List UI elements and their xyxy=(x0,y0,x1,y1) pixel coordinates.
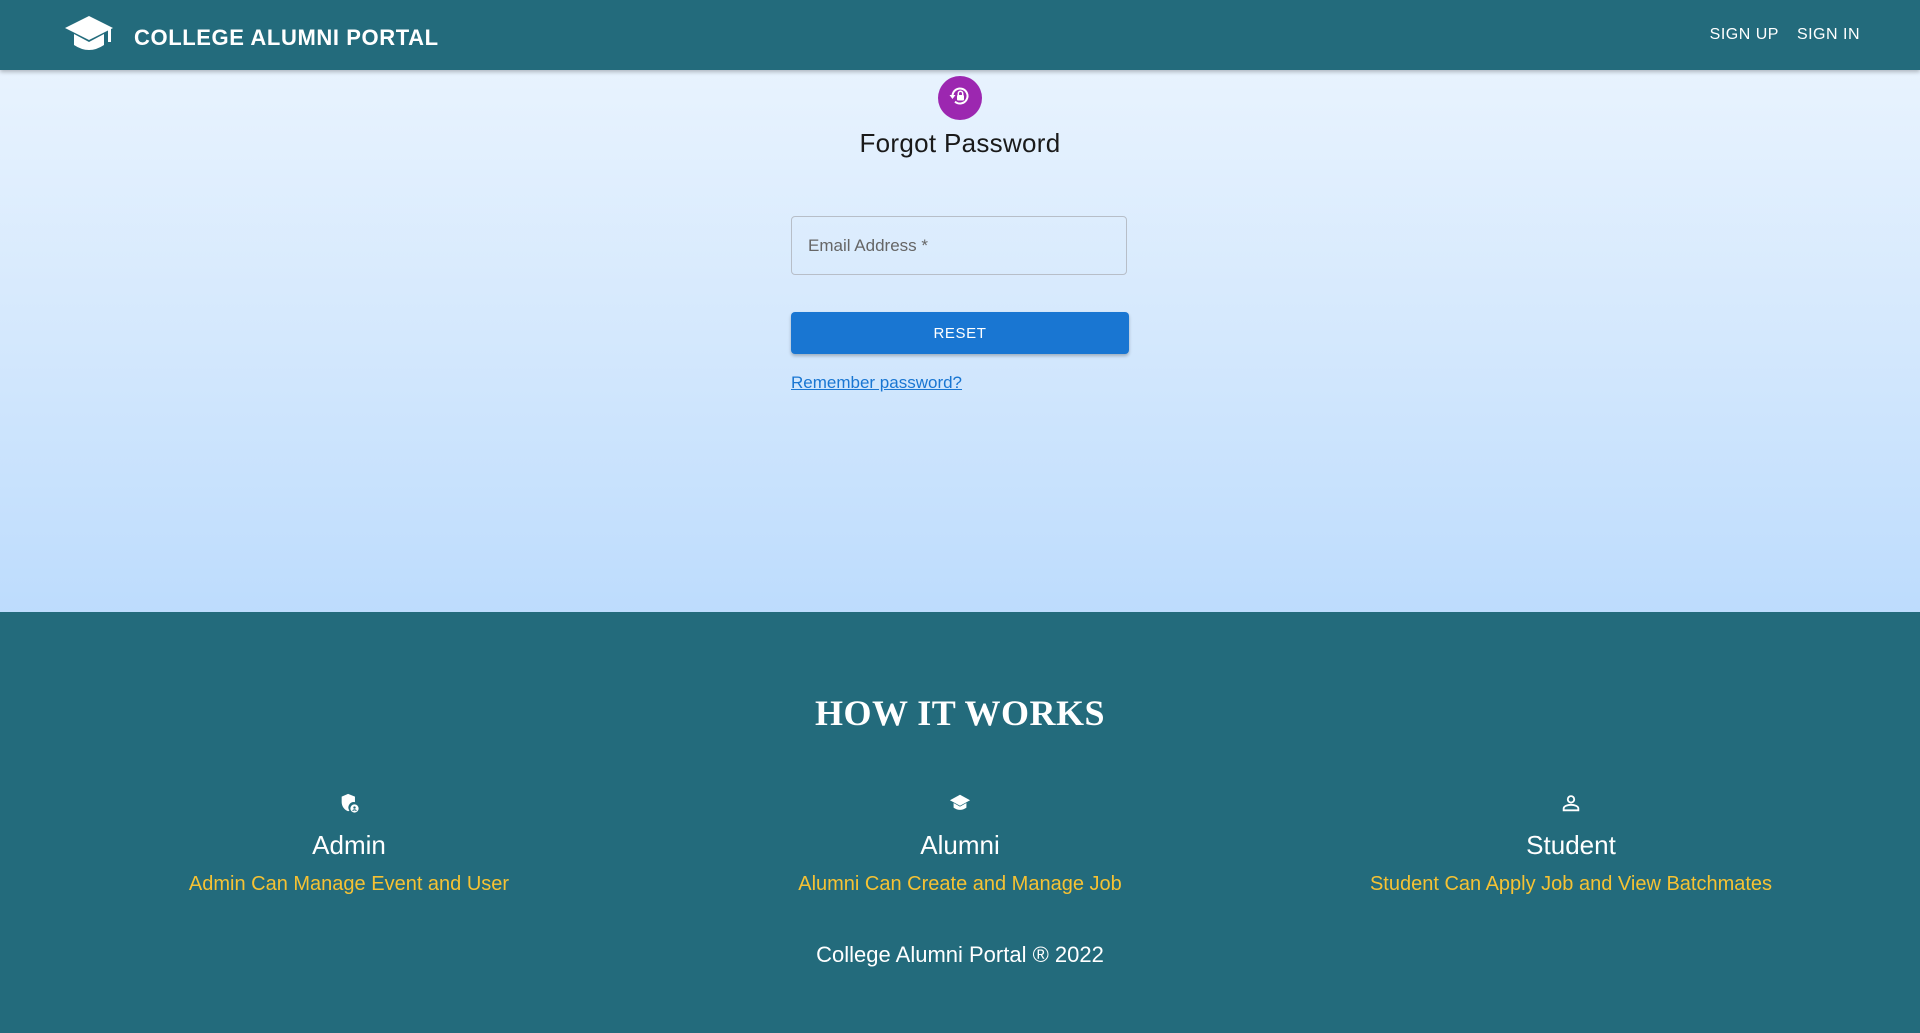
sign-in-link[interactable]: SIGN IN xyxy=(1797,26,1860,44)
graduation-cap-icon xyxy=(64,14,114,61)
lock-reset-icon xyxy=(948,84,972,113)
role-description: Alumni Can Create and Manage Job xyxy=(798,873,1122,895)
sign-up-link[interactable]: SIGN UP xyxy=(1710,26,1779,44)
role-student: Student Student Can Apply Job and View B… xyxy=(1251,790,1891,896)
how-it-works-title: HOW IT WORKS xyxy=(814,693,1106,733)
email-field[interactable] xyxy=(791,216,1127,275)
copyright-text: College Alumni Portal ® 2022 xyxy=(816,942,1104,967)
brand-title: COLLEGE ALUMNI PORTAL xyxy=(134,24,439,50)
remember-password-link[interactable]: Remember password? xyxy=(791,373,962,393)
role-name: Student xyxy=(1526,830,1616,860)
person-icon xyxy=(1251,790,1891,816)
admin-shield-icon xyxy=(29,790,669,816)
top-nav: SIGN UP SIGN IN xyxy=(1710,0,1860,70)
reset-button[interactable]: RESET xyxy=(791,312,1129,354)
role-name: Alumni xyxy=(920,830,1000,860)
app-bar: COLLEGE ALUMNI PORTAL SIGN UP SIGN IN xyxy=(0,0,1920,70)
role-description: Admin Can Manage Event and User xyxy=(188,873,510,895)
role-alumni: Alumni Alumni Can Create and Manage Job xyxy=(640,790,1280,896)
how-it-works-section: HOW IT WORKS Admin Admin Can Manage Even… xyxy=(0,612,1920,1033)
email-input[interactable] xyxy=(792,217,1126,274)
graduation-cap-icon xyxy=(640,790,1280,816)
role-description: Student Can Apply Job and View Batchmate… xyxy=(1369,873,1773,895)
brand[interactable]: COLLEGE ALUMNI PORTAL xyxy=(64,14,439,61)
forgot-password-section: Forgot Password RESET Remember password? xyxy=(0,70,1920,612)
role-name: Admin xyxy=(312,830,386,860)
lock-avatar xyxy=(938,76,982,120)
page-title: Forgot Password xyxy=(859,128,1061,158)
role-admin: Admin Admin Can Manage Event and User xyxy=(29,790,669,896)
